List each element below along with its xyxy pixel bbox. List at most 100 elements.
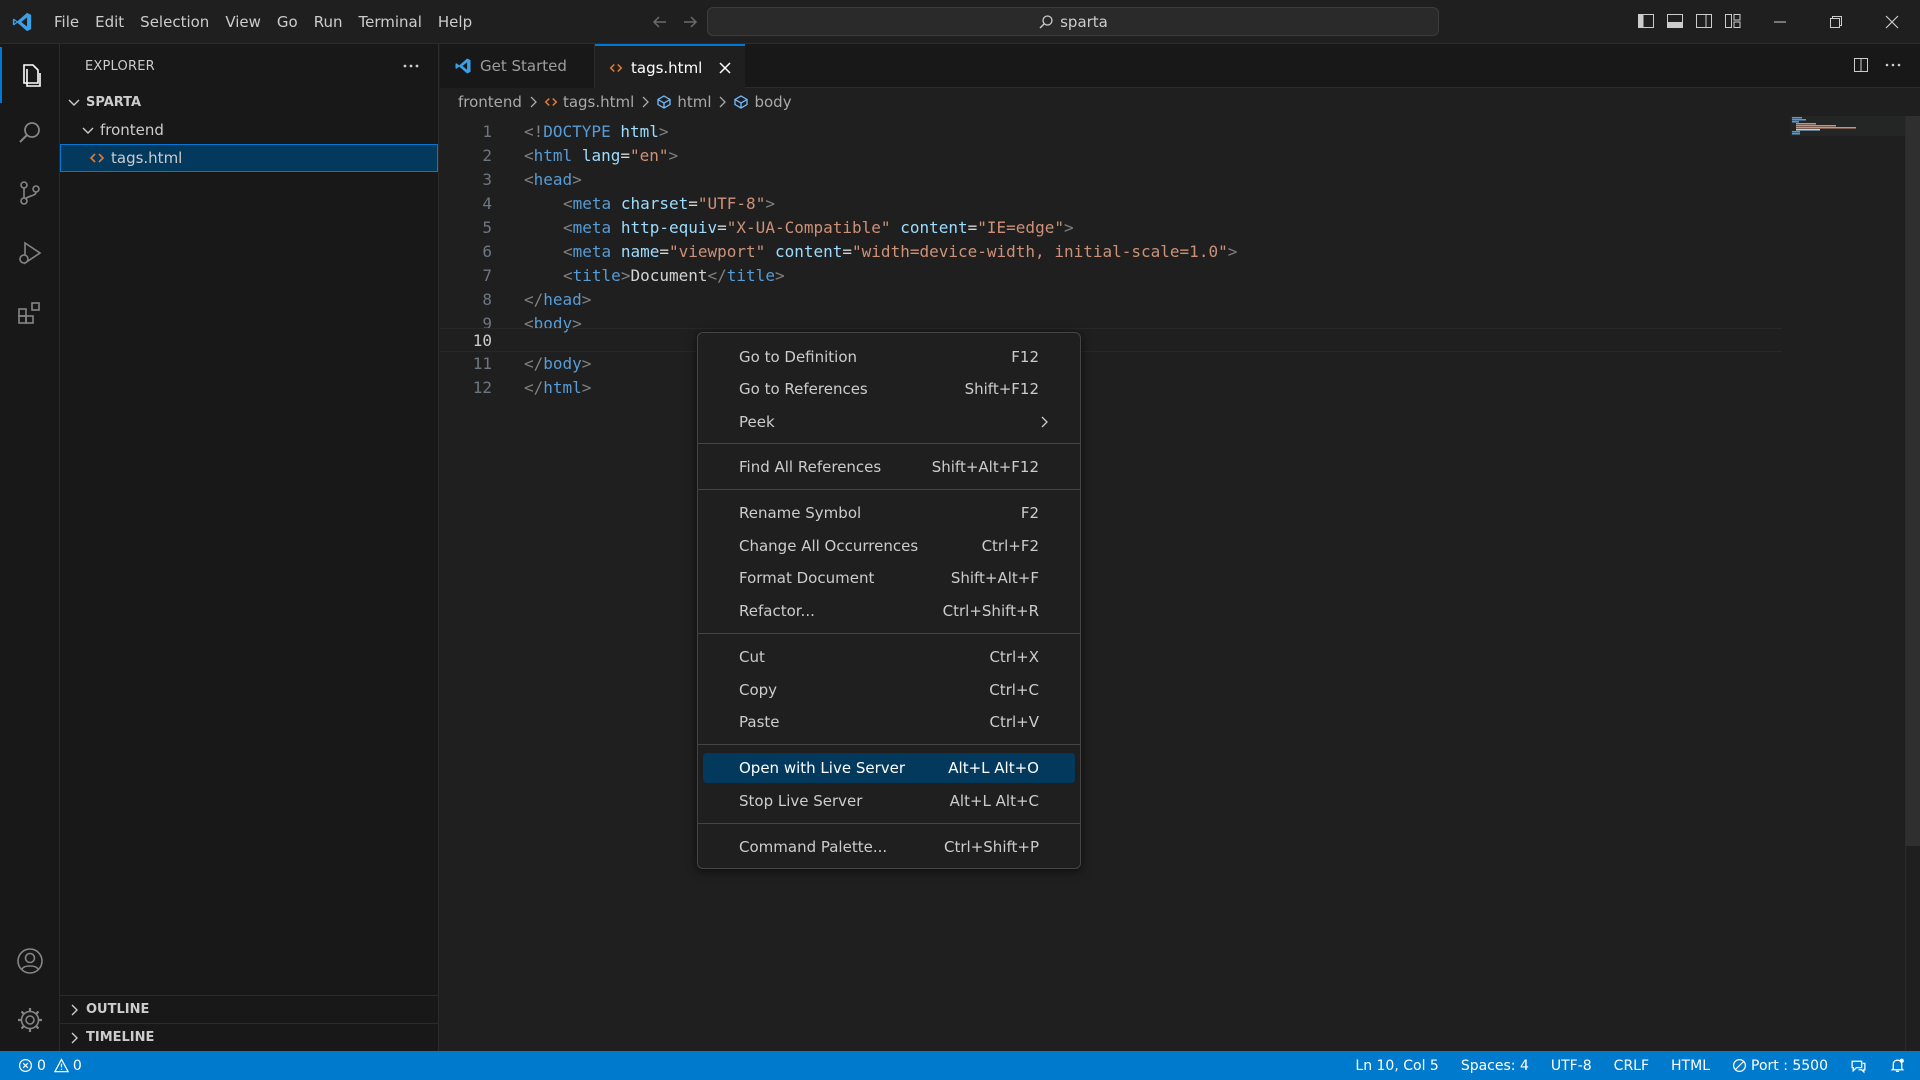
outline-section[interactable]: OUTLINE	[60, 995, 438, 1023]
more-actions-icon[interactable]	[1884, 56, 1902, 74]
tab-tags-html[interactable]: tags.html	[595, 44, 745, 89]
layout-controls	[1636, 11, 1743, 31]
close-window-icon[interactable]	[1864, 0, 1920, 44]
breadcrumb-file[interactable]: tags.html	[563, 93, 634, 111]
token: http-equiv	[620, 218, 718, 237]
html-file-icon	[609, 61, 623, 75]
toggle-panel-icon[interactable]	[1665, 11, 1685, 31]
search-icon	[1038, 14, 1054, 30]
menu-item-cut[interactable]: Cut Ctrl+X	[703, 642, 1075, 672]
token: head	[543, 290, 582, 309]
breadcrumb-folder[interactable]: frontend	[458, 93, 522, 111]
menu-selection[interactable]: Selection	[132, 0, 217, 44]
cursor-position[interactable]: Ln 10, Col 5	[1355, 1058, 1438, 1074]
workspace-folder-sparta[interactable]: SPARTA	[60, 88, 438, 116]
chevron-right-icon	[715, 95, 729, 109]
token: <	[563, 242, 573, 261]
manage-gear-icon[interactable]	[0, 992, 60, 1048]
tab-get-started[interactable]: Get Started	[440, 44, 595, 88]
toggle-primary-sidebar-icon[interactable]	[1636, 11, 1656, 31]
accounts-icon[interactable]	[0, 933, 60, 989]
back-arrow-icon[interactable]	[650, 12, 670, 32]
explorer-header: EXPLORER	[60, 44, 438, 88]
vertical-scrollbar[interactable]	[1905, 116, 1920, 1051]
breadcrumb-html[interactable]: html	[677, 93, 711, 111]
menu-item-refactor[interactable]: Refactor... Ctrl+Shift+R	[703, 596, 1075, 626]
menu-item-change-all-occurrences[interactable]: Change All Occurrences Ctrl+F2	[703, 531, 1075, 561]
problems-indicator[interactable]: 0 0	[18, 1051, 82, 1080]
menu-item-open-with-live-server[interactable]: Open with Live Server Alt+L Alt+O	[703, 753, 1075, 783]
menu-item-command-palette[interactable]: Command Palette... Ctrl+Shift+P	[703, 832, 1075, 862]
menu-item-format-document[interactable]: Format Document Shift+Alt+F	[703, 563, 1075, 593]
close-tab-icon[interactable]	[718, 61, 732, 75]
menu-item-rename-symbol[interactable]: Rename Symbol F2	[703, 498, 1075, 528]
context-menu: Go to Definition F12 Go to References Shif…	[697, 332, 1081, 869]
customize-layout-icon[interactable]	[1723, 11, 1743, 31]
menu-go[interactable]: Go	[269, 0, 306, 44]
run-debug-icon[interactable]	[0, 225, 60, 281]
toggle-secondary-sidebar-icon[interactable]	[1694, 11, 1714, 31]
menu-item-peek[interactable]: Peek	[703, 407, 1075, 437]
outline-label: OUTLINE	[86, 1002, 150, 1017]
notifications-bell-icon[interactable]	[1889, 1057, 1906, 1074]
line-number: 10	[472, 331, 492, 350]
title-bar: File Edit Selection View Go Run Terminal…	[0, 0, 1920, 44]
menu-bar: File Edit Selection View Go Run Terminal…	[46, 0, 480, 44]
token: html	[533, 146, 573, 165]
token: title	[726, 266, 775, 285]
command-center-search[interactable]: sparta	[707, 7, 1439, 36]
minimize-icon[interactable]	[1752, 0, 1808, 44]
token: <	[563, 194, 573, 213]
file-tags-html[interactable]: tags.html	[60, 144, 438, 172]
current-code-line: 10	[440, 328, 1782, 352]
menu-view[interactable]: View	[217, 0, 269, 44]
language-mode[interactable]: HTML	[1671, 1058, 1710, 1074]
feedback-icon[interactable]	[1850, 1057, 1867, 1074]
split-editor-icon[interactable]	[1852, 56, 1870, 74]
status-bar-right: Ln 10, Col 5 Spaces: 4 UTF-8 CRLF HTML P…	[1355, 1051, 1906, 1080]
folder-frontend[interactable]: frontend	[60, 116, 438, 144]
token: >	[572, 170, 582, 189]
menu-file[interactable]: File	[46, 0, 87, 44]
live-server-port[interactable]: Port : 5500	[1732, 1058, 1828, 1074]
more-actions-icon[interactable]	[402, 57, 420, 75]
token: title	[572, 266, 621, 285]
token: "UTF-8"	[697, 194, 766, 213]
menu-terminal[interactable]: Terminal	[351, 0, 430, 44]
menu-item-find-all-references[interactable]: Find All References Shift+Alt+F12	[703, 452, 1075, 482]
forward-arrow-icon[interactable]	[680, 12, 700, 32]
token: "width=device-width, initial-scale=1.0"	[852, 242, 1228, 261]
indentation[interactable]: Spaces: 4	[1461, 1058, 1529, 1074]
token: charset	[620, 194, 689, 213]
editor-tabs: Get Started tags.html	[440, 44, 1920, 89]
encoding[interactable]: UTF-8	[1551, 1058, 1592, 1074]
menu-item-copy[interactable]: Copy Ctrl+C	[703, 675, 1075, 705]
extensions-icon[interactable]	[0, 285, 60, 341]
search-view-icon[interactable]	[0, 105, 60, 161]
explorer-icon[interactable]	[0, 47, 60, 103]
source-control-icon[interactable]	[0, 165, 60, 221]
menu-edit[interactable]: Edit	[87, 0, 132, 44]
token: </	[707, 266, 727, 285]
scrollbar-thumb[interactable]	[1906, 116, 1920, 846]
menu-run[interactable]: Run	[306, 0, 351, 44]
menu-item-stop-live-server[interactable]: Stop Live Server Alt+L Alt+C	[703, 786, 1075, 816]
end-of-line[interactable]: CRLF	[1614, 1058, 1649, 1074]
html-file-icon	[544, 95, 558, 109]
minimap[interactable]	[1790, 116, 1905, 146]
port-label: Port : 5500	[1751, 1057, 1828, 1074]
line-number: 3	[482, 170, 492, 189]
menu-help[interactable]: Help	[430, 0, 480, 44]
menu-item-paste[interactable]: Paste Ctrl+V	[703, 707, 1075, 737]
timeline-section[interactable]: TIMELINE	[60, 1023, 438, 1051]
error-icon	[18, 1058, 33, 1073]
token: content	[774, 242, 843, 261]
breadcrumb-body[interactable]: body	[754, 93, 791, 111]
menu-item-go-to-definition[interactable]: Go to Definition F12	[703, 342, 1075, 372]
code-editor[interactable]: 1 <!DOCTYPE html> 2 <html lang="en"> 3 <hea…	[440, 116, 1905, 1051]
editor-actions	[1852, 56, 1902, 74]
menu-item-go-to-references[interactable]: Go to References Shift+F12	[703, 374, 1075, 404]
restore-icon[interactable]	[1808, 0, 1864, 44]
